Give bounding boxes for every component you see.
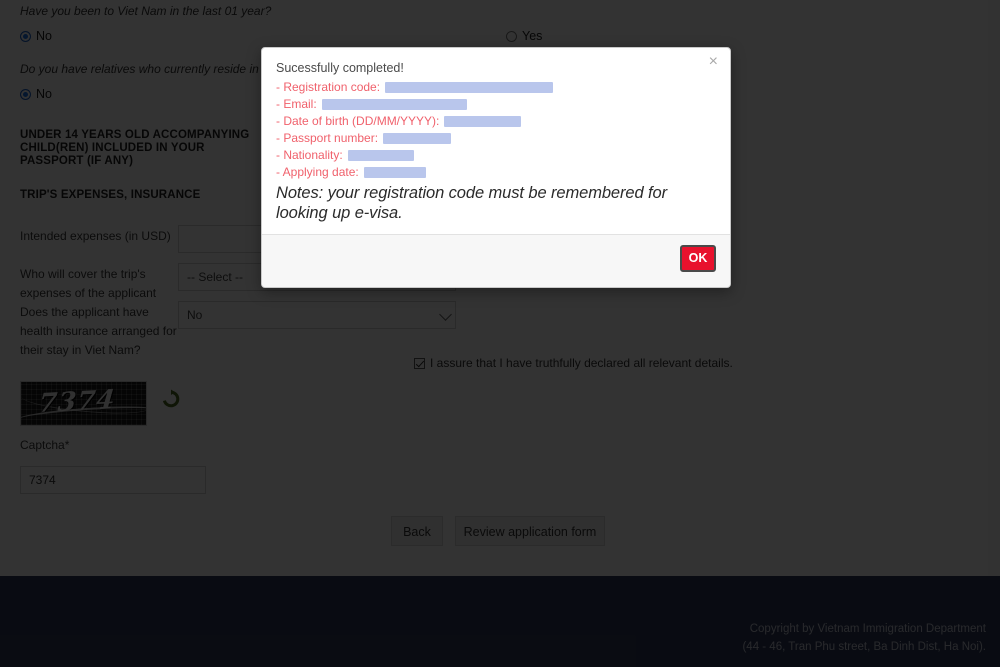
modal-body: × Sucessfully completed! - Registration … [262,48,730,234]
redacted-value [347,150,414,161]
close-icon[interactable]: × [705,52,722,72]
info-line-label: - Registration code: [276,80,381,94]
ok-button[interactable]: OK [680,245,716,272]
info-line-label: - Passport number: [276,131,379,145]
registration-info-line: - Email: [276,96,716,113]
registration-info-line: - Applying date: [276,164,716,181]
success-modal: × Sucessfully completed! - Registration … [261,47,731,288]
info-line-label: - Nationality: [276,148,343,162]
redacted-value [444,116,522,127]
registration-info-line: - Date of birth (DD/MM/YYYY): [276,113,716,130]
redacted-value [363,167,426,178]
modal-footer: OK [262,234,730,287]
modal-title: Sucessfully completed! [276,61,404,75]
info-line-label: - Applying date: [276,165,359,179]
redacted-value [383,133,452,144]
redacted-value [321,99,467,110]
registration-info-list: - Registration code: - Email: - Date of bi… [276,79,716,181]
info-line-label: - Date of birth (DD/MM/YYYY): [276,114,440,128]
registration-info-line: - Registration code: [276,79,716,96]
registration-info-line: - Nationality: [276,147,716,164]
info-line-label: - Email: [276,97,317,111]
modal-notes: Notes: your registration code must be re… [276,184,667,222]
redacted-value [385,82,554,93]
registration-info-line: - Passport number: [276,130,716,147]
